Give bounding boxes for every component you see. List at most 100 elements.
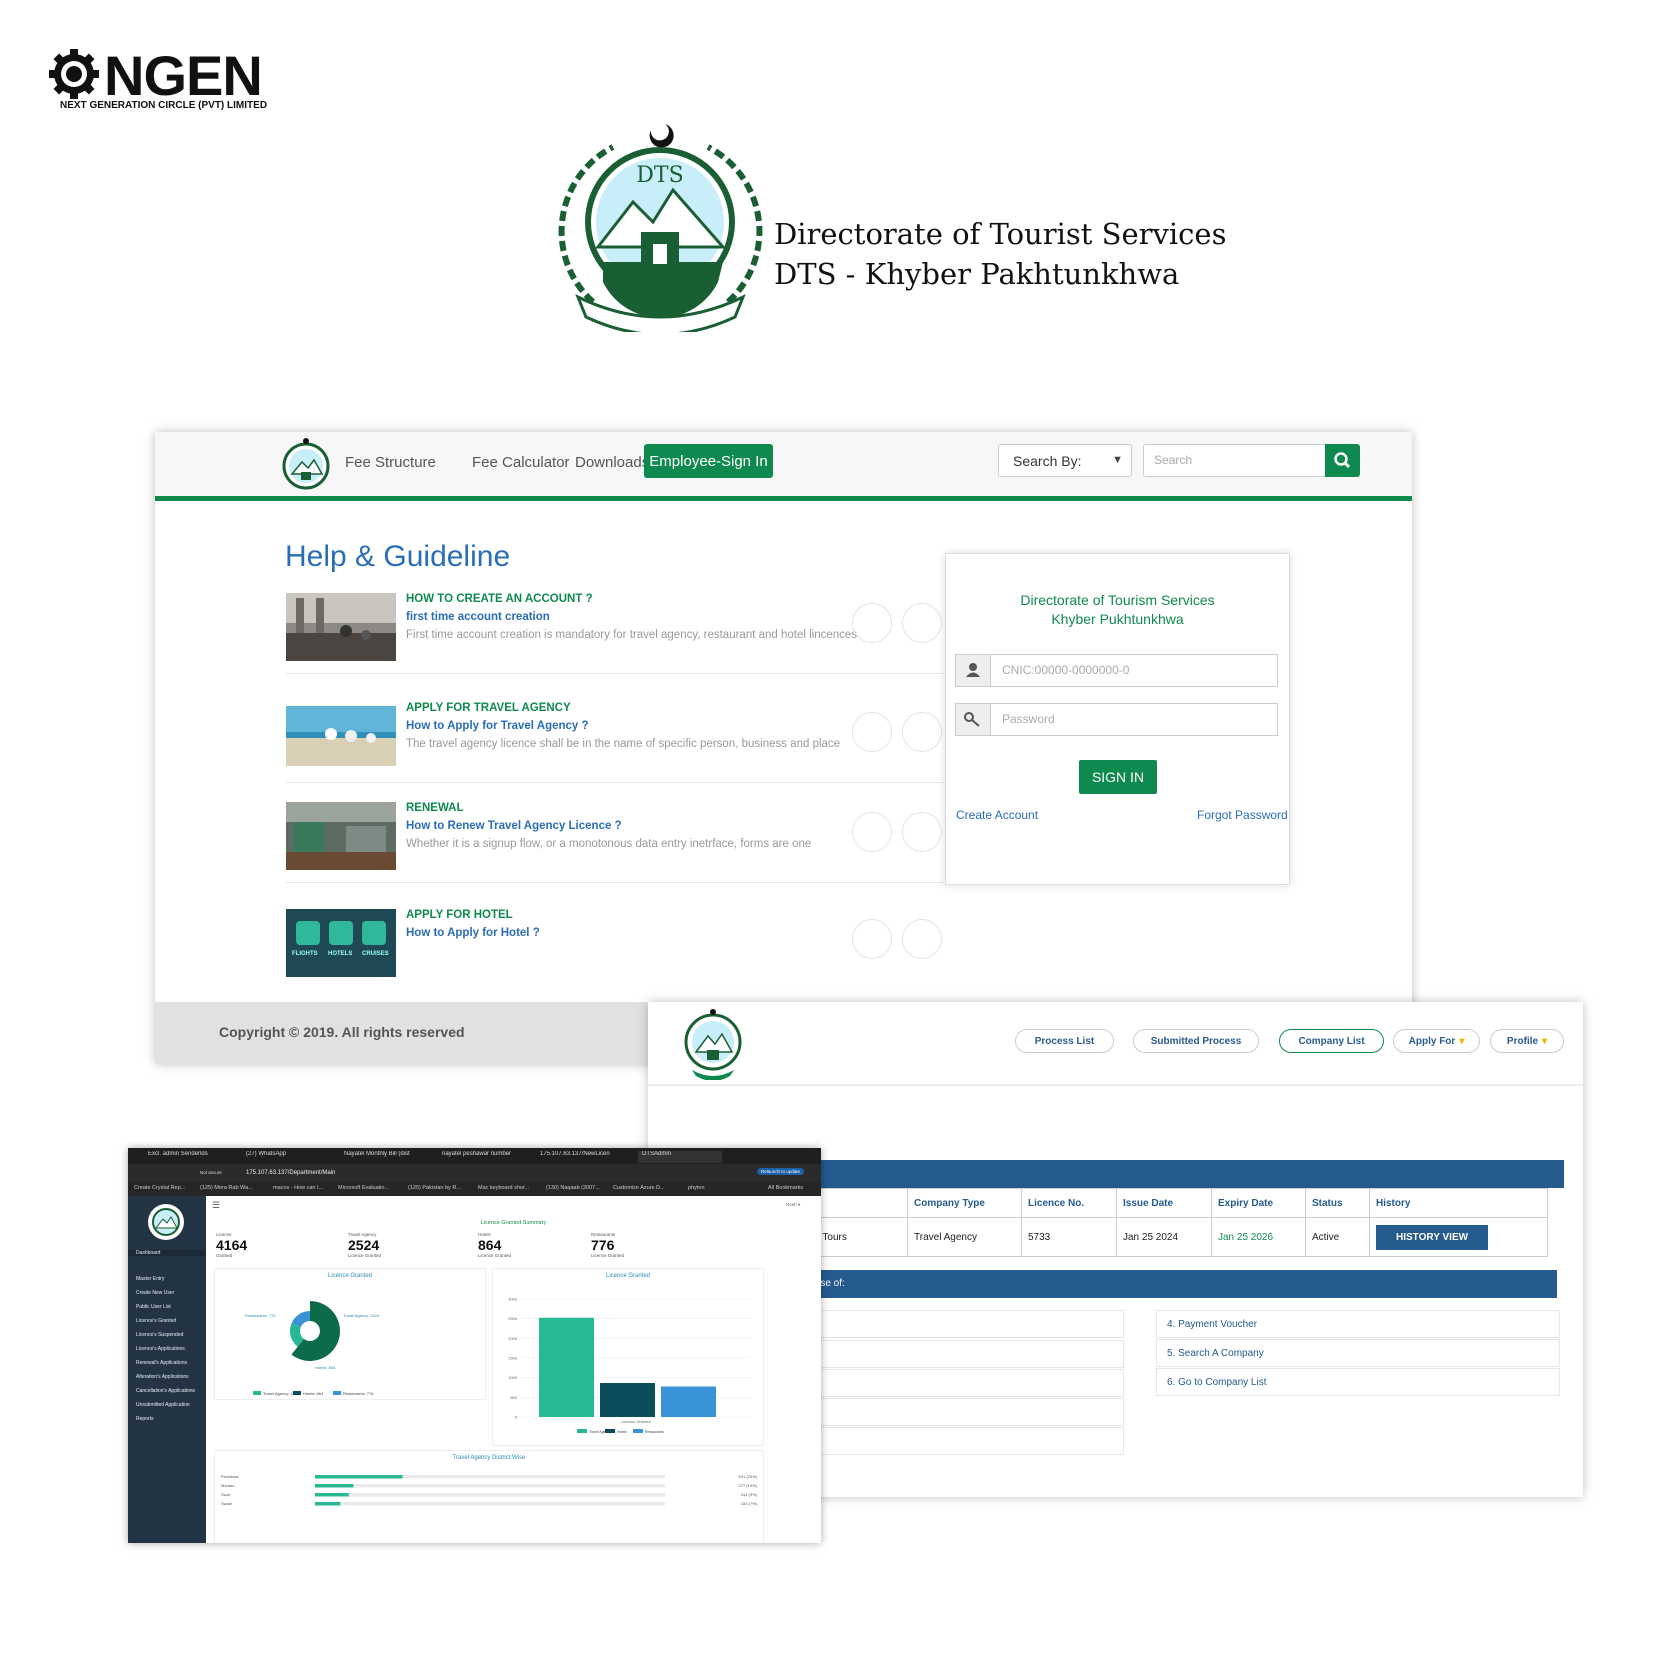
- forgot-password-link[interactable]: Forgot Password: [1197, 808, 1288, 822]
- employee-sign-in-button[interactable]: Employee-Sign In: [644, 444, 773, 478]
- district-value: 244 (9%): [741, 1492, 758, 1497]
- beach-photo-thumbnail: [286, 706, 396, 766]
- bookmark[interactable]: macos - How can I...: [273, 1185, 323, 1191]
- guide-item[interactable]: APPLY FOR TRAVEL AGENCY How to Apply for…: [286, 702, 944, 783]
- bookmark[interactable]: (125) Mera Rab Wa...: [200, 1185, 253, 1191]
- bar-chart: 300025002000150010005000Licence GrantedT…: [508, 1297, 751, 1434]
- search-company-link[interactable]: 5. Search A Company: [1156, 1339, 1560, 1367]
- y-tick-label: 0: [515, 1415, 518, 1420]
- submitted-process-tab[interactable]: Submitted Process: [1133, 1029, 1259, 1053]
- guide-subtitle[interactable]: How to Apply for Hotel ?: [406, 927, 540, 939]
- hamburger-icon[interactable]: ☰: [212, 1200, 220, 1211]
- kpi-card: Hotels 864 Licence Granted: [478, 1232, 511, 1258]
- bookmark[interactable]: Microsoft Evaluatio...: [338, 1185, 389, 1191]
- admin-sidebar: Dashboard Master Entry Create New User P…: [128, 1196, 206, 1543]
- district-value: 277 (10%): [739, 1483, 758, 1488]
- search-button[interactable]: [1325, 444, 1360, 477]
- browser-tab[interactable]: nayatel peshawar number: [442, 1151, 527, 1163]
- all-bookmarks[interactable]: All Bookmarks: [768, 1185, 803, 1191]
- document-icon[interactable]: [852, 812, 892, 852]
- col-history: History: [1369, 1188, 1548, 1218]
- sidebar-item[interactable]: Licence's Granted: [136, 1318, 176, 1324]
- company-list-tab[interactable]: Company List: [1279, 1029, 1384, 1053]
- caret-down-icon: ▾: [1542, 1035, 1548, 1047]
- kpi-value: 864: [478, 1237, 502, 1253]
- browser-tab[interactable]: Excl. admin Senderlds: [148, 1151, 233, 1163]
- district-track: [315, 1493, 665, 1497]
- url-field[interactable]: 175.107.63.137/Department/Main: [246, 1170, 335, 1176]
- guide-item[interactable]: FLIGHTS HOTELS CRUISES APPLY FOR HOTEL H…: [286, 909, 944, 989]
- document-icon[interactable]: [852, 603, 892, 643]
- browser-tab[interactable]: (27) WhatsApp: [246, 1151, 331, 1163]
- video-icon[interactable]: [902, 919, 942, 959]
- sidebar-item-dashboard[interactable]: Dashboard: [128, 1250, 206, 1256]
- sidebar-item[interactable]: Licence's Suspended: [136, 1332, 183, 1338]
- go-to-company-list-link[interactable]: 6. Go to Company List: [1156, 1368, 1560, 1396]
- sidebar-item[interactable]: Master Entry: [136, 1276, 164, 1282]
- bookmark[interactable]: Customize Azure D...: [613, 1185, 665, 1191]
- video-icon[interactable]: [902, 712, 942, 752]
- profile-tab[interactable]: Profile ▾: [1490, 1029, 1564, 1053]
- district-label: Peshawar: [221, 1474, 239, 1479]
- sidebar-item[interactable]: Licence's Applications: [136, 1346, 185, 1352]
- guide-subtitle[interactable]: How to Renew Travel Agency Licence ?: [406, 820, 622, 832]
- history-view-button[interactable]: HISTORY VIEW: [1376, 1224, 1489, 1250]
- sign-in-button[interactable]: SIGN IN: [1079, 760, 1157, 794]
- search-by-select[interactable]: Search By: ▼: [998, 444, 1132, 477]
- sidebar-item[interactable]: Public User List: [136, 1304, 171, 1310]
- browser-tab[interactable]: 175.107.63.137/NewLicen: [540, 1151, 625, 1163]
- search-by-label: Search By:: [1013, 452, 1082, 469]
- kpi-card: Restaurants 776 Licence Granted: [591, 1232, 624, 1258]
- apply-for-tab[interactable]: Apply For ▾: [1393, 1029, 1480, 1053]
- bookmark[interactable]: phyton: [688, 1185, 705, 1191]
- relaunch-button[interactable]: Relaunch to update: [757, 1168, 805, 1175]
- bar: [600, 1383, 655, 1417]
- district-track: [315, 1502, 665, 1506]
- user-menu[interactable]: Noah ▾: [786, 1202, 800, 1208]
- payment-voucher-link[interactable]: 4. Payment Voucher: [1156, 1310, 1560, 1338]
- nav-fee-structure[interactable]: Fee Structure: [345, 454, 436, 471]
- guide-subtitle[interactable]: How to Apply for Travel Agency ?: [406, 720, 589, 732]
- y-tick-label: 1500: [508, 1356, 518, 1361]
- legend-label: Hotels: [617, 1430, 627, 1434]
- legend-label: Hotels: 864: [303, 1391, 324, 1396]
- sidebar-item[interactable]: Alteration's Applications: [136, 1374, 189, 1380]
- video-icon[interactable]: [902, 812, 942, 852]
- bookmark[interactable]: Create Crystal Rep...: [134, 1185, 185, 1191]
- dts-sidebar-logo-icon: [148, 1204, 184, 1240]
- browser-tab[interactable]: Nayatel Monthly Bill (dist: [344, 1151, 429, 1163]
- sidebar-item[interactable]: Unsubmitted Application: [136, 1402, 190, 1408]
- password-field[interactable]: Password: [955, 703, 1278, 736]
- guide-item[interactable]: RENEWAL How to Renew Travel Agency Licen…: [286, 802, 944, 883]
- address-bar: Not secure 175.107.63.137/Department/Mai…: [128, 1164, 821, 1182]
- sidebar-item[interactable]: Reports: [136, 1416, 154, 1422]
- document-icon[interactable]: [852, 919, 892, 959]
- district-bar: [315, 1502, 341, 1506]
- dts-emblem-icon: DTS: [558, 124, 763, 332]
- guide-subtitle[interactable]: first time account creation: [406, 611, 550, 623]
- sidebar-item[interactable]: Cancellation's Applications: [136, 1388, 195, 1394]
- document-icon[interactable]: [852, 712, 892, 752]
- dts-title-line1: Directorate of Tourist Services: [774, 217, 1227, 251]
- sidebar-item[interactable]: Renewal's Applications: [136, 1360, 187, 1366]
- legend-swatch: [605, 1429, 615, 1433]
- browser-tab-active[interactable]: DTSAdmin: [638, 1151, 722, 1163]
- office-photo-thumbnail: [286, 593, 396, 661]
- sidebar-item[interactable]: Create New User: [136, 1290, 174, 1296]
- thumb-label: FLIGHTS: [292, 951, 318, 957]
- nav-downloads[interactable]: Downloads: [575, 454, 649, 471]
- search-input[interactable]: Search: [1143, 444, 1327, 477]
- bookmark[interactable]: (125) Pakistan by R...: [408, 1185, 461, 1191]
- dashboard-main: ☰ Noah ▾ Licence Granted Summary Licence…: [206, 1196, 821, 1543]
- table-header-bar: [796, 1160, 1564, 1188]
- video-icon[interactable]: [902, 603, 942, 643]
- bookmark[interactable]: Mac keyboard shor...: [478, 1185, 529, 1191]
- process-list-tab[interactable]: Process List: [1015, 1029, 1114, 1053]
- create-account-link[interactable]: Create Account: [956, 808, 1038, 822]
- user-icon: [956, 655, 991, 686]
- guide-item[interactable]: HOW TO CREATE AN ACCOUNT ? first time ac…: [286, 593, 944, 674]
- nav-fee-calculator[interactable]: Fee Calculator: [472, 454, 570, 471]
- bookmark[interactable]: (130) Naqaab (2007...: [546, 1185, 600, 1191]
- interior-photo-thumbnail: [286, 802, 396, 870]
- cnic-field[interactable]: CNIC:00000-0000000-0: [955, 654, 1278, 687]
